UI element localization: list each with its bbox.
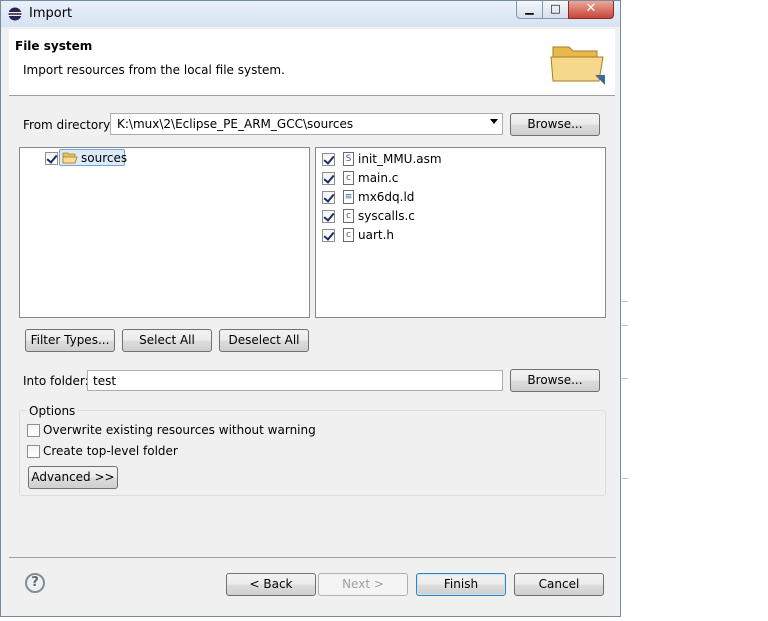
list-item[interactable]: ≡ mx6dq.ld [316,188,596,206]
finish-button[interactable]: Finish [416,573,506,596]
options-title: Options [27,404,78,418]
folder-tree[interactable]: sources [19,147,310,318]
cancel-button[interactable]: Cancel [514,573,604,596]
deselect-all-button[interactable]: Deselect All [219,329,309,352]
into-folder-browse-button[interactable]: Browse... [510,369,600,392]
page-title: File system [15,39,93,53]
file-name: init_MMU.asm [358,152,442,166]
footer-divider [9,557,616,558]
tree-item-sources[interactable]: sources [59,149,128,166]
from-directory-combo[interactable]: K:\mux\2\Eclipse_PE_ARM_GCC\sources [110,113,503,135]
file-checkbox[interactable] [322,153,335,166]
next-button[interactable]: Next > [318,573,408,596]
tree-item-label: sources [81,151,128,165]
top-level-folder-checkbox[interactable] [27,445,40,458]
window-title: Import [29,6,73,21]
background-divider [622,301,628,302]
advanced-button[interactable]: Advanced >> [28,466,118,489]
open-folder-icon [62,152,78,164]
header-file-icon: c [343,228,354,242]
from-directory-value: K:\mux\2\Eclipse_PE_ARM_GCC\sources [117,117,354,131]
file-checkbox[interactable] [322,229,335,242]
from-directory-browse-button[interactable]: Browse... [510,113,600,136]
page-description: Import resources from the local file sys… [23,63,285,77]
file-name: uart.h [358,228,395,242]
into-folder-value: test [93,374,117,388]
overwrite-checkbox[interactable] [27,424,40,437]
file-name: main.c [358,171,399,185]
file-checkbox[interactable] [322,172,335,185]
file-checkbox[interactable] [322,210,335,223]
close-icon: ✕ [585,1,597,16]
asm-file-icon: S [343,152,354,166]
title-bar[interactable]: Import ▁ □ ✕ [1,1,620,27]
minimize-button[interactable]: ▁ [516,1,543,19]
list-item[interactable]: c syscalls.c [316,207,596,225]
tree-item-checkbox[interactable] [45,152,58,165]
close-button[interactable]: ✕ [568,1,614,19]
list-item[interactable]: c main.c [316,169,596,187]
from-directory-label: From directory: [23,118,114,132]
chevron-down-icon[interactable] [490,119,498,124]
wizard-header: File system Import resources from the lo… [9,29,615,96]
file-name: syscalls.c [358,209,415,223]
help-icon[interactable]: ? [25,573,45,593]
list-item[interactable]: c uart.h [316,226,596,244]
into-folder-label: Into folder: [23,374,89,388]
file-checkbox[interactable] [322,191,335,204]
c-file-icon: c [343,209,354,223]
background-divider [622,378,628,379]
into-folder-input[interactable]: test [87,370,503,391]
file-name: mx6dq.ld [358,190,415,204]
maximize-button[interactable]: □ [542,1,569,19]
overwrite-label[interactable]: Overwrite existing resources without war… [43,423,316,437]
select-all-button[interactable]: Select All [122,329,212,352]
eclipse-icon [8,7,22,21]
list-item[interactable]: S init_MMU.asm [316,150,596,168]
top-level-folder-label[interactable]: Create top-level folder [43,444,178,458]
background-divider [622,325,628,326]
filter-types-button[interactable]: Filter Types... [25,329,115,352]
minimize-icon: ▁ [525,2,534,15]
background-divider [622,478,628,479]
back-button[interactable]: < Back [226,573,316,596]
maximize-icon: □ [550,2,561,15]
file-list[interactable]: S init_MMU.asm c main.c ≡ mx6dq.ld c sys… [315,147,606,318]
folder-icon [550,46,605,85]
text-file-icon: ≡ [343,190,354,204]
import-dialog: Import ▁ □ ✕ File system Import resource… [0,0,621,617]
c-file-icon: c [343,171,354,185]
